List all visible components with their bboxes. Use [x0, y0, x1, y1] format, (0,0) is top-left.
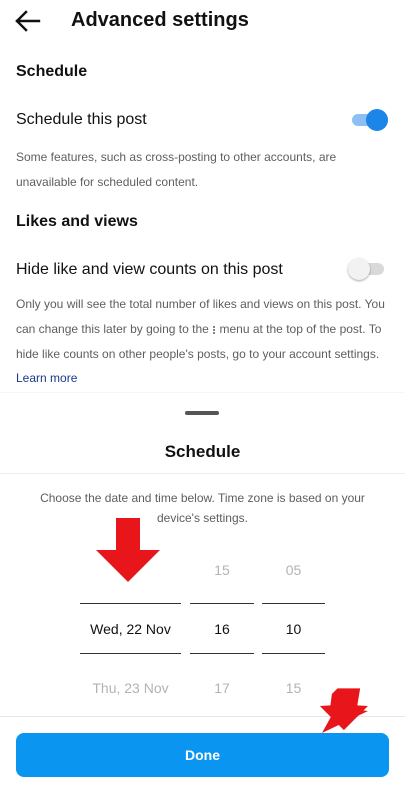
minute-option-selected[interactable]: 10 — [262, 621, 325, 637]
learn-more-link[interactable]: Learn more — [16, 371, 77, 385]
schedule-heading: Schedule — [16, 63, 88, 80]
minute-picker-line-top — [262, 603, 325, 604]
likes-views-heading: Likes and views — [16, 213, 138, 230]
diagonal-arrow-annotation-icon — [319, 688, 368, 733]
hour-picker-line-top — [190, 603, 254, 604]
date-option-next[interactable]: Thu, 23 Nov — [80, 680, 181, 696]
hide-counts-label: Hide like and view counts on this post — [16, 261, 283, 278]
top-bar: Advanced settings — [0, 0, 405, 44]
schedule-description: Some features, such as cross-posting to … — [16, 150, 337, 189]
sheet-title: Schedule — [164, 442, 241, 461]
more-vertical-icon — [212, 325, 216, 335]
hour-option-previous[interactable]: 15 — [190, 562, 254, 578]
done-button[interactable]: Done — [16, 733, 389, 777]
minute-picker-line-bottom — [262, 653, 325, 654]
back-arrow-icon[interactable] — [12, 8, 42, 34]
minute-option-next[interactable]: 15 — [262, 680, 325, 696]
date-picker-line-top — [80, 603, 181, 604]
date-picker-line-bottom — [80, 653, 181, 654]
hide-counts-toggle[interactable] — [348, 258, 384, 280]
date-option-selected[interactable]: Wed, 22 Nov — [80, 621, 181, 637]
schedule-post-label: Schedule this post — [16, 111, 147, 128]
divider — [0, 473, 405, 474]
hour-option-selected[interactable]: 16 — [190, 621, 254, 637]
hour-option-next[interactable]: 17 — [190, 680, 254, 696]
hour-picker-line-bottom — [190, 653, 254, 654]
schedule-post-toggle[interactable] — [352, 109, 388, 131]
sheet-description: Choose the date and time below. Time zon… — [40, 491, 365, 525]
page-title: Advanced settings — [71, 9, 249, 31]
hide-counts-description: Only you will see the total number of li… — [16, 292, 388, 367]
down-arrow-annotation-icon — [96, 518, 160, 582]
minute-option-previous[interactable]: 05 — [262, 562, 325, 578]
drag-handle[interactable] — [185, 411, 219, 415]
